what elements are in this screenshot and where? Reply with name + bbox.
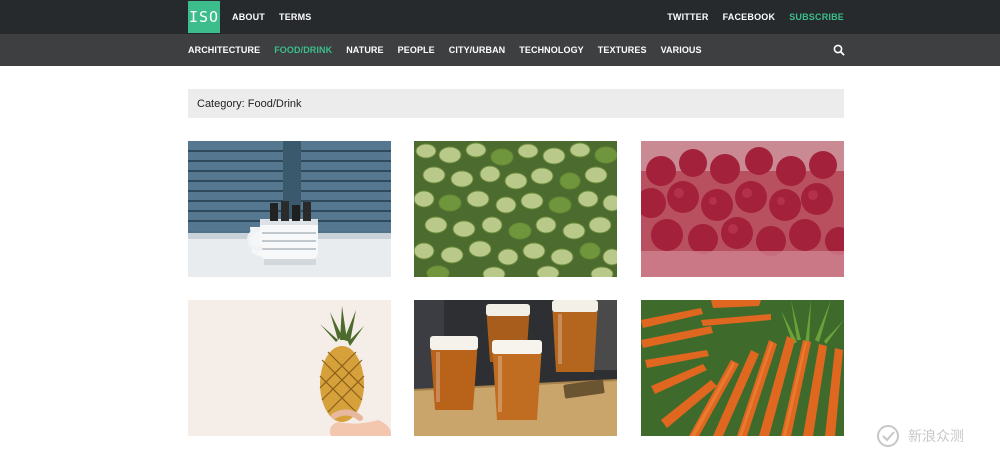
watermark-text: 新浪众测 <box>908 429 964 445</box>
post-thumbnail-coffee-cup[interactable] <box>188 141 391 277</box>
pineapple-image <box>188 300 391 436</box>
watermark-logo-icon <box>877 425 899 447</box>
category-city-urban[interactable]: CITY/URBAN <box>449 45 506 55</box>
carrots-image <box>641 300 844 436</box>
category-bar: ARCHITECTURE FOOD/DRINK NATURE PEOPLE CI… <box>0 34 1000 66</box>
top-left-nav: ABOUT TERMS <box>232 0 312 34</box>
coffee-cup-image <box>188 141 391 277</box>
category-technology[interactable]: TECHNOLOGY <box>519 45 584 55</box>
facebook-link[interactable]: FACEBOOK <box>723 12 776 22</box>
post-thumbnail-green-beans[interactable] <box>414 141 617 277</box>
post-thumbnail-carrots[interactable] <box>641 300 844 436</box>
nav-terms-link[interactable]: TERMS <box>279 12 312 22</box>
top-bar: ISO ABOUT TERMS TWITTER FACEBOOK SUBSCRI… <box>0 0 1000 34</box>
social-nav: TWITTER FACEBOOK SUBSCRIBE <box>667 0 844 34</box>
raspberries-image <box>641 141 844 277</box>
category-people[interactable]: PEOPLE <box>398 45 435 55</box>
twitter-link[interactable]: TWITTER <box>667 12 708 22</box>
nav-about-link[interactable]: ABOUT <box>232 12 265 22</box>
post-thumbnail-pineapple[interactable] <box>188 300 391 436</box>
subscribe-link[interactable]: SUBSCRIBE <box>789 12 844 22</box>
category-nature[interactable]: NATURE <box>346 45 383 55</box>
category-architecture[interactable]: ARCHITECTURE <box>188 45 260 55</box>
beer-cups-image <box>414 300 617 436</box>
category-nav: ARCHITECTURE FOOD/DRINK NATURE PEOPLE CI… <box>188 34 702 66</box>
green-beans-image <box>414 141 617 277</box>
search-icon[interactable] <box>832 43 846 57</box>
site-logo[interactable]: ISO <box>188 1 220 33</box>
post-thumbnail-raspberries[interactable] <box>641 141 844 277</box>
category-textures[interactable]: TEXTURES <box>598 45 647 55</box>
category-various[interactable]: VARIOUS <box>661 45 702 55</box>
category-food-drink[interactable]: FOOD/DRINK <box>274 45 332 55</box>
category-title: Category: Food/Drink <box>188 89 844 118</box>
watermark: 新浪众测 <box>874 424 964 448</box>
post-thumbnail-beer-cups[interactable] <box>414 300 617 436</box>
